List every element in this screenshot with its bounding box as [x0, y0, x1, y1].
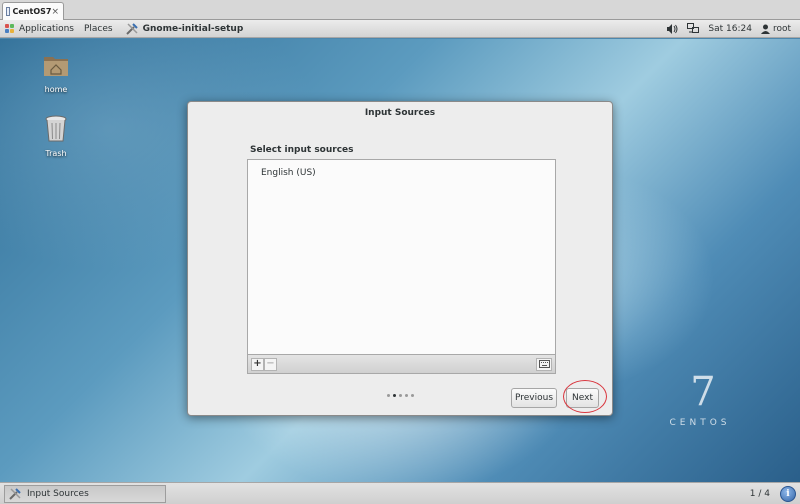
- page-indicator: [387, 394, 414, 397]
- user-icon[interactable]: [760, 24, 770, 34]
- input-source-list[interactable]: English (US): [247, 159, 556, 355]
- vm-tab-centos7[interactable]: CentOS7 ×: [2, 2, 64, 20]
- previous-button[interactable]: Previous: [511, 388, 557, 408]
- keyboard-icon: [538, 360, 550, 368]
- trash-icon: [45, 115, 67, 142]
- next-button[interactable]: Next: [566, 388, 599, 408]
- top-panel: Applications Places Gnome-initial-setup …: [0, 20, 800, 38]
- system-tray: Sat 16:24 root: [666, 23, 800, 34]
- list-item[interactable]: English (US): [261, 168, 316, 178]
- vm-tab-label: CentOS7: [12, 7, 52, 16]
- dialog-title: Input Sources: [364, 108, 436, 118]
- page-dot: [399, 394, 402, 397]
- volume-icon[interactable]: [666, 23, 678, 34]
- places-menu[interactable]: Places: [84, 24, 113, 34]
- vm-icon: [6, 7, 10, 16]
- list-toolbar: + −: [247, 355, 556, 374]
- keyboard-layout-button[interactable]: [536, 357, 552, 371]
- page-dot: [393, 394, 396, 397]
- input-sources-dialog: Input Sources Select input sources Engli…: [187, 101, 613, 416]
- vm-tab-strip: CentOS7 ×: [0, 0, 800, 20]
- desktop-icon-trash[interactable]: Trash: [31, 115, 81, 158]
- home-folder-icon: [44, 57, 68, 76]
- remove-source-button[interactable]: −: [264, 357, 277, 371]
- centos-wordmark: CENTOS: [669, 418, 731, 428]
- clock[interactable]: Sat 16:24: [708, 24, 752, 34]
- applications-menu[interactable]: Applications: [19, 24, 74, 34]
- setup-tools-icon: [9, 487, 21, 500]
- desktop-icon-label: Trash: [45, 149, 67, 158]
- desktop-icon-home[interactable]: home: [31, 51, 81, 94]
- active-window-title[interactable]: Gnome-initial-setup: [143, 24, 244, 34]
- bottom-panel: Input Sources 1 / 4 i: [0, 482, 800, 504]
- taskbar-window-input-sources[interactable]: Input Sources: [4, 484, 166, 503]
- user-menu[interactable]: root: [773, 24, 791, 34]
- workspace-indicator[interactable]: 1 / 4: [750, 489, 770, 499]
- centos-version-number: 7: [690, 369, 716, 415]
- centos-branding: 7 CENTOS: [660, 372, 740, 428]
- desktop-icon-label: home: [44, 85, 68, 94]
- info-icon[interactable]: i: [780, 485, 796, 502]
- setup-tools-icon: [125, 22, 138, 35]
- add-source-button[interactable]: +: [251, 357, 264, 371]
- page-dot: [411, 394, 414, 397]
- section-label: Select input sources: [250, 145, 354, 155]
- applications-icon: [5, 23, 15, 34]
- network-icon[interactable]: [687, 23, 700, 34]
- page-dot: [405, 394, 408, 397]
- taskbar-window-label: Input Sources: [27, 488, 89, 499]
- page-dot: [387, 394, 390, 397]
- close-icon[interactable]: ×: [51, 7, 59, 17]
